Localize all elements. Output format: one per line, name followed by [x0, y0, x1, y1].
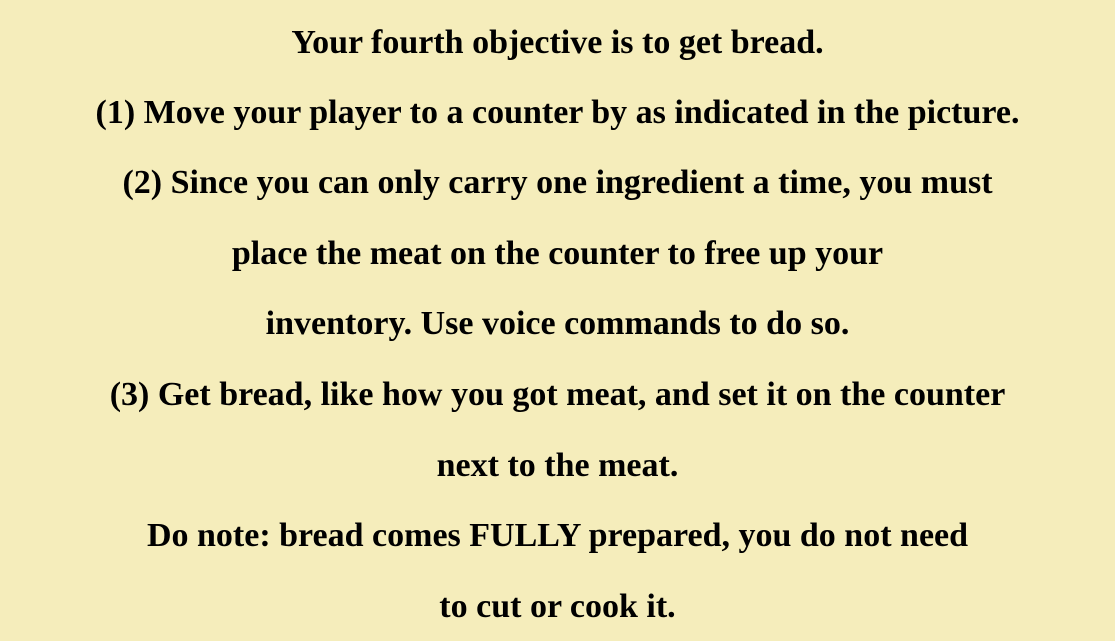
step-3-text-line-2: next to the meat. [436, 447, 679, 484]
note-text-line-1: Do note: bread comes FULLY prepared, you… [146, 517, 969, 554]
note-text-line-2: to cut or cook it. [439, 588, 676, 625]
step-2-text-line-2: place the meat on the counter to free up… [231, 235, 884, 272]
step-3-text-line-1: (3) Get bread, like how you got meat, an… [109, 376, 1006, 413]
tutorial-instructions-panel: Your fourth objective is to get bread. (… [0, 0, 1115, 641]
step-2-text-line-1: (2) Since you can only carry one ingredi… [122, 164, 993, 201]
objective-title: Your fourth objective is to get bread. [291, 24, 824, 61]
step-1-text: (1) Move your player to a counter by as … [95, 94, 1020, 131]
step-2-text-line-3: inventory. Use voice commands to do so. [265, 305, 850, 342]
